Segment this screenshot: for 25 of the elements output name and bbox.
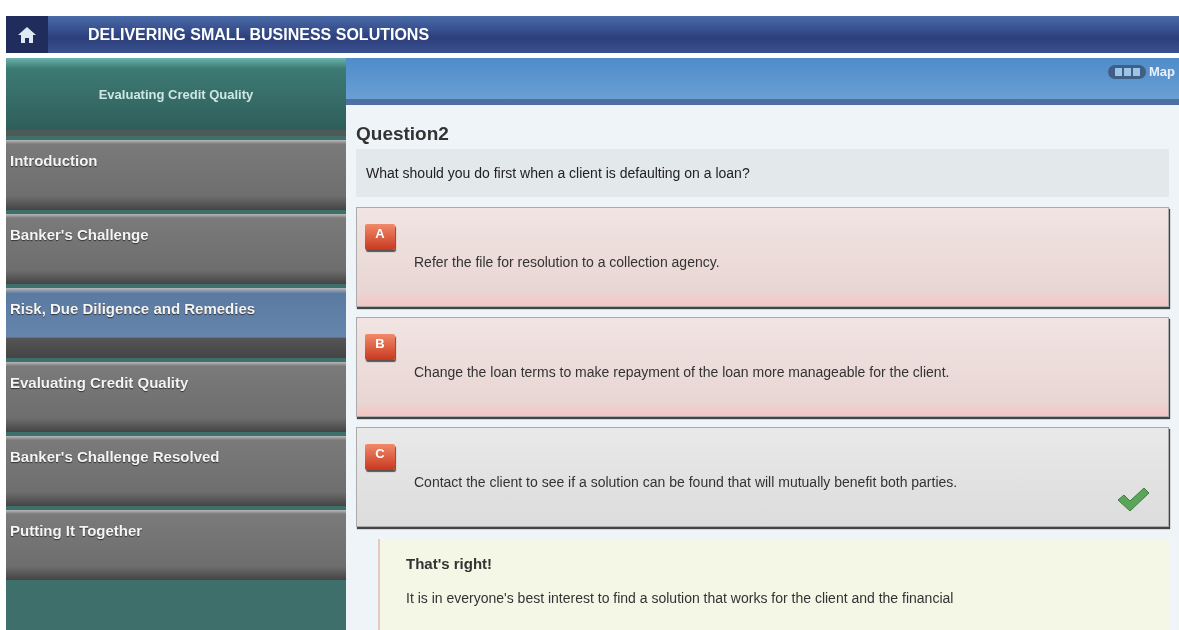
option-letter: B (365, 334, 395, 360)
option-text: Refer the file for resolution to a collection agency. (414, 254, 720, 270)
menu-item[interactable]: Putting It Together (6, 510, 346, 580)
map-button[interactable]: Map (1108, 64, 1179, 79)
home-button[interactable] (6, 16, 48, 53)
answer-option[interactable]: C Contact the client to see if a solution can be found that will mutually benefit both parties. (356, 427, 1169, 527)
grid-icon (1108, 64, 1146, 79)
menu-item[interactable]: Introduction (6, 140, 346, 210)
option-letter: C (365, 444, 395, 470)
feedback-title: That's right! (406, 555, 494, 572)
answer-option[interactable]: A Refer the file for resolution to a collection agency. (356, 207, 1169, 307)
menu-item[interactable]: Banker's Challenge (6, 214, 346, 284)
question-title: Question2 (356, 123, 450, 145)
question-prompt: What should you do first when a client is defaulting on a loan? (356, 149, 1169, 197)
section-title: Evaluating Credit Quality (98, 86, 254, 102)
menu-item[interactable]: Risk, Due Diligence and Remedies (6, 288, 346, 358)
feedback-text: It is in everyone's best interest to find a solution that works for the client and the financial (406, 590, 955, 606)
option-letter: A (365, 224, 395, 250)
option-text: Change the loan terms to make repayment of the loan more manageable for the client. (414, 364, 950, 380)
menu-item[interactable]: Banker's Challenge Resolved (6, 436, 346, 506)
menu-item[interactable]: Evaluating Credit Quality (6, 362, 346, 432)
option-text: Contact the client to see if a solution can be found that will mutually benefit both parties. (414, 474, 958, 490)
home-icon (17, 25, 37, 44)
course-title: DELIVERING SMALL BUSINESS SOLUTIONS (88, 25, 430, 44)
answer-option[interactable]: B Change the loan terms to make repayment of the loan more manageable for the client. (356, 317, 1169, 417)
